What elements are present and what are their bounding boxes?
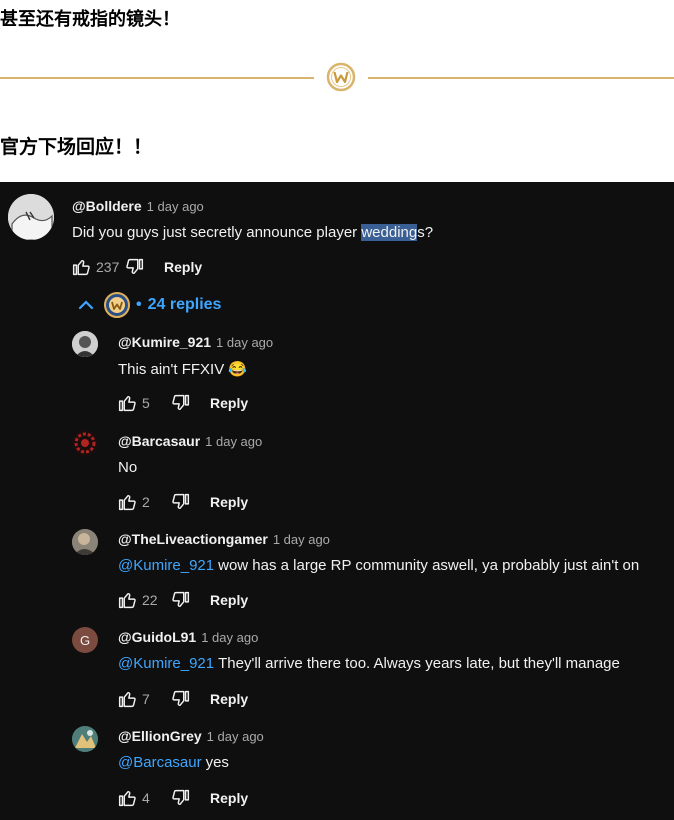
- avatar[interactable]: [72, 726, 98, 752]
- reply-handle[interactable]: @GuidoL91: [118, 629, 196, 645]
- avatar-portrait-icon: [72, 529, 98, 555]
- comment-text-end: s?: [417, 224, 434, 241]
- reply-actions: 2 Reply: [116, 490, 248, 514]
- decorative-divider: [0, 60, 674, 96]
- reply-author[interactable]: @GuidoL91 1 day ago: [118, 629, 258, 645]
- reply-actions: 22 Reply: [116, 588, 248, 612]
- comment-text: Did you guys just secretly announce play…: [72, 224, 433, 241]
- reply-author[interactable]: @TheLiveactiongamer 1 day ago: [118, 531, 330, 547]
- mention-link[interactable]: @Kumire_921: [118, 655, 214, 672]
- chevron-up-icon[interactable]: [76, 295, 96, 315]
- comment-text-start: Did you guys just secretly announce play…: [72, 224, 362, 241]
- divider-rule-right: [368, 77, 674, 79]
- reply-button[interactable]: Reply: [210, 494, 248, 510]
- avatar[interactable]: [8, 194, 54, 240]
- highlighted-word: wedding: [361, 224, 418, 241]
- reply-text: @Kumire_921 wow has a large RP community …: [118, 557, 639, 574]
- mention-link[interactable]: @Barcasaur: [118, 754, 202, 771]
- reply-text: @Barcasaur yes: [118, 754, 229, 771]
- reply-text-body: wow has a large RP community aswell, ya …: [218, 557, 640, 574]
- divider-rule-left: [0, 77, 314, 79]
- replies-count[interactable]: 24 replies: [148, 296, 222, 314]
- thumbs-down-icon[interactable]: [170, 688, 192, 710]
- thumbs-up-icon[interactable]: [116, 589, 138, 611]
- thumbs-up-icon[interactable]: [116, 688, 138, 710]
- thumbs-down-icon[interactable]: [124, 256, 146, 278]
- reply-text: This ain't FFXIV 😂: [118, 361, 248, 378]
- avatar[interactable]: [72, 529, 98, 555]
- comment-handle[interactable]: @Bolldere: [72, 198, 142, 214]
- replies-toggle[interactable]: • 24 replies: [76, 292, 221, 318]
- thumbs-up-icon[interactable]: [70, 256, 92, 278]
- reply-handle[interactable]: @Barcasaur: [118, 433, 200, 449]
- like-count: 7: [142, 691, 150, 707]
- comment-author[interactable]: @Bolldere 1 day ago: [72, 198, 204, 214]
- avatar-drawing-icon: [8, 194, 54, 240]
- article-caption-1: 甚至还有戒指的镜头！: [0, 9, 180, 30]
- avatar-portrait-icon: [72, 331, 98, 357]
- reply-button[interactable]: Reply: [164, 259, 202, 275]
- like-count: 22: [142, 592, 158, 608]
- reply-author[interactable]: @Kumire_921 1 day ago: [118, 334, 273, 350]
- reply-actions: 4 Reply: [116, 786, 248, 810]
- reply-text-body: yes: [205, 754, 229, 771]
- article-caption-2: 官方下场回应！！: [0, 136, 153, 158]
- avatar-letter: G: [79, 632, 91, 648]
- reply-text-body: They'll arrive there too. Always years l…: [218, 655, 620, 672]
- thumbs-down-icon[interactable]: [170, 589, 192, 611]
- avatar[interactable]: [72, 430, 98, 456]
- thumbs-down-icon[interactable]: [170, 392, 192, 414]
- reply-actions: 7 Reply: [116, 687, 248, 711]
- avatar[interactable]: G: [72, 627, 98, 653]
- warcraft-emblem-icon: [104, 292, 130, 318]
- reply-actions: 5 Reply: [116, 391, 248, 415]
- reply-button[interactable]: Reply: [210, 691, 248, 707]
- reply-time[interactable]: 1 day ago: [201, 630, 258, 645]
- reply-button[interactable]: Reply: [210, 592, 248, 608]
- comment-time[interactable]: 1 day ago: [147, 199, 204, 214]
- reply-text: No: [118, 459, 138, 476]
- like-count: 5: [142, 395, 150, 411]
- thumbs-up-icon[interactable]: [116, 392, 138, 414]
- mention-link[interactable]: @Kumire_921: [118, 557, 214, 574]
- reply-time[interactable]: 1 day ago: [207, 729, 264, 744]
- reply-button[interactable]: Reply: [210, 790, 248, 806]
- like-count: 237: [96, 259, 120, 275]
- like-count: 2: [142, 494, 150, 510]
- replies-separator: •: [136, 296, 142, 313]
- reply-handle[interactable]: @Kumire_921: [118, 334, 211, 350]
- thumbs-down-icon[interactable]: [170, 787, 192, 809]
- thumbs-up-icon[interactable]: [116, 787, 138, 809]
- avatar-gear-icon: [72, 430, 98, 456]
- reply-handle[interactable]: @EllionGrey: [118, 728, 202, 744]
- warcraft-emblem-icon: [326, 62, 356, 92]
- avatar-art-icon: [72, 726, 98, 752]
- reply-time[interactable]: 1 day ago: [205, 434, 262, 449]
- avatar[interactable]: [72, 331, 98, 357]
- comments-panel: @Bolldere 1 day ago Did you guys just sec…: [0, 182, 674, 820]
- reply-text: @Kumire_921 They'll arrive there too. Alw…: [118, 655, 620, 672]
- reply-handle[interactable]: @TheLiveactiongamer: [118, 531, 268, 547]
- comment-actions: 237 Reply: [70, 255, 202, 279]
- like-count: 4: [142, 790, 150, 806]
- reply-time[interactable]: 1 day ago: [216, 335, 273, 350]
- reply-author[interactable]: @Barcasaur 1 day ago: [118, 433, 262, 449]
- reply-time[interactable]: 1 day ago: [273, 532, 330, 547]
- reply-button[interactable]: Reply: [210, 395, 248, 411]
- reply-author[interactable]: @EllionGrey 1 day ago: [118, 728, 264, 744]
- thumbs-up-icon[interactable]: [116, 491, 138, 513]
- thumbs-down-icon[interactable]: [170, 491, 192, 513]
